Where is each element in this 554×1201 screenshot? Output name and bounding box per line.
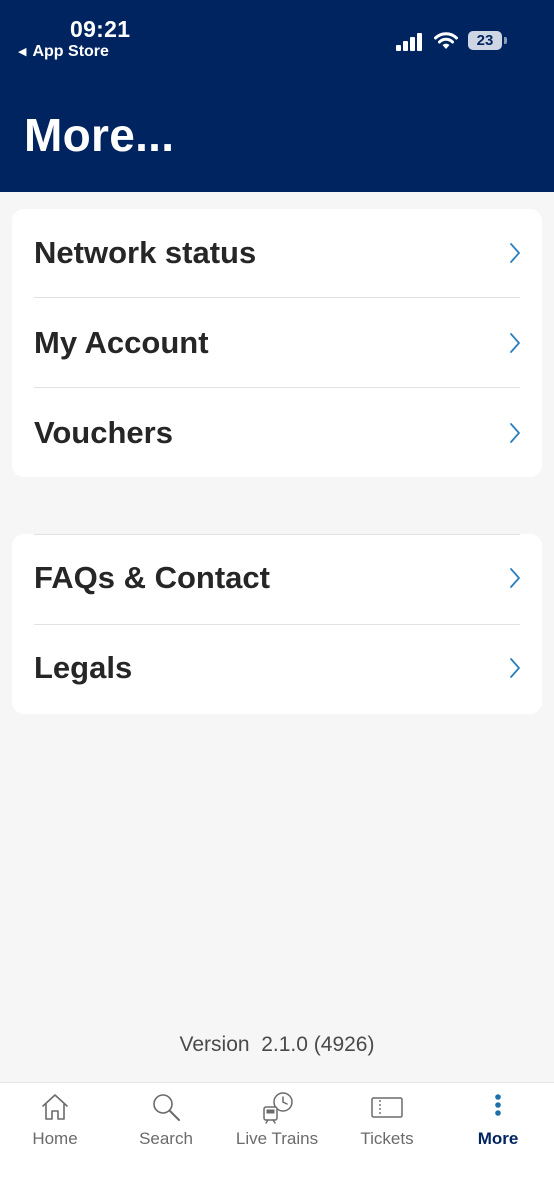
tab-more[interactable]: More <box>443 1083 553 1163</box>
menu-item-network-status[interactable]: Network status <box>12 209 542 299</box>
back-to-app-store[interactable]: ◀ App Store <box>18 43 109 61</box>
tab-label: Search <box>139 1129 193 1148</box>
chevron-right-icon <box>510 568 520 588</box>
tab-label: More <box>477 1129 519 1148</box>
battery-tip <box>504 37 507 44</box>
menu-card-account: Network status My Account Vouchers <box>12 209 542 477</box>
back-triangle-icon: ◀ <box>18 46 27 58</box>
header: 09:21 ◀ App Store 23 More... <box>0 0 554 192</box>
battery-level: 23 <box>476 32 494 49</box>
ticket-icon <box>371 1097 403 1118</box>
home-icon <box>42 1094 68 1120</box>
chevron-right-icon <box>510 423 520 443</box>
divider <box>34 387 520 388</box>
menu-item-label: Legals <box>34 650 133 685</box>
menu-item-label: Network status <box>34 235 257 270</box>
wifi-icon <box>434 32 458 49</box>
battery-icon: 23 <box>468 31 502 50</box>
app-version: Version 2.1.0 (4926) <box>179 1033 375 1056</box>
search-icon <box>153 1094 180 1121</box>
tab-label: Live Trains <box>235 1129 319 1148</box>
chevron-right-icon <box>510 243 520 263</box>
menu-item-label: FAQs & Contact <box>34 560 270 595</box>
tab-bar: Home Search Live Trains Tickets More <box>0 1082 554 1201</box>
tab-live-trains[interactable]: Live Trains <box>222 1083 332 1163</box>
tab-tickets[interactable]: Tickets <box>332 1083 442 1163</box>
menu-item-label: My Account <box>34 325 209 360</box>
chevron-right-icon <box>510 658 520 678</box>
tab-home[interactable]: Home <box>0 1083 110 1163</box>
menu-item-legals[interactable]: Legals <box>12 624 542 714</box>
more-icon <box>495 1094 501 1116</box>
divider <box>34 297 520 298</box>
live-trains-icon <box>263 1092 293 1124</box>
cellular-signal-icon <box>396 33 422 51</box>
status-time: 09:21 <box>70 16 131 42</box>
page-title: More... <box>24 109 175 161</box>
menu-item-label: Vouchers <box>34 415 173 450</box>
tab-label: Tickets <box>360 1129 414 1148</box>
menu-item-vouchers[interactable]: Vouchers <box>12 389 542 479</box>
menu-item-my-account[interactable]: My Account <box>12 299 542 389</box>
tab-label: Home <box>32 1129 78 1148</box>
tab-search[interactable]: Search <box>111 1083 221 1163</box>
menu-card-help: FAQs & Contact Legals <box>12 534 542 714</box>
menu-item-faqs-contact[interactable]: FAQs & Contact <box>12 534 542 624</box>
back-app-label: App Store <box>32 43 109 60</box>
chevron-right-icon <box>510 333 520 353</box>
